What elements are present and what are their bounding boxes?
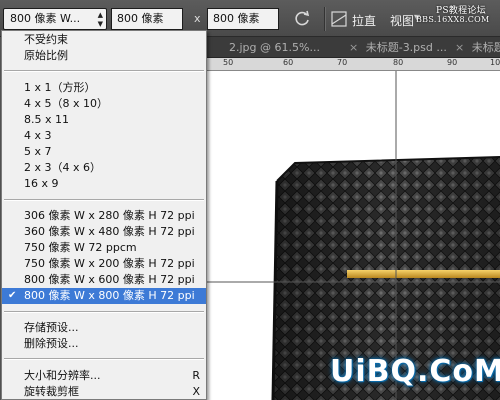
ruler-label: 80 (393, 58, 404, 67)
tab-document-1[interactable]: 2.jpg @ 61.5%... (225, 39, 343, 58)
tab-label: 未标题-3.psd ... (365, 41, 447, 54)
ruler-label: 90 (447, 58, 458, 67)
tab-label: 未标题-2 (471, 41, 500, 54)
swap-dimensions-icon[interactable] (292, 9, 312, 29)
menu-item-preset-750x200[interactable]: 750 像素 W x 200 像素 H 72 ppi (2, 256, 206, 272)
menu-item-ratio-1x1[interactable]: 1 x 1（方形） (2, 80, 206, 96)
menu-item-preset-750w[interactable]: 750 像素 W 72 ppcm (2, 240, 206, 256)
tab-label: 2.jpg @ 61.5%... (229, 41, 320, 54)
horizontal-ruler: 50 60 70 80 90 100 (207, 58, 500, 71)
dimension-separator: x (194, 12, 201, 25)
close-icon[interactable]: × (349, 41, 358, 54)
checkmark-icon: ✔ (8, 290, 17, 301)
document-tabs: 2.jpg @ 61.5%... × 未标题-3.psd ... × 未标题-2 (207, 37, 500, 58)
crop-width-input[interactable]: 800 像素 (111, 8, 183, 30)
ruler-label: 70 (337, 58, 348, 67)
menu-item-save-preset[interactable]: 存储预设... (2, 320, 206, 336)
shortcut-label: X (192, 385, 200, 398)
menu-item-ratio-4x3[interactable]: 4 x 3 (2, 128, 206, 144)
tab-document-2[interactable]: × 未标题-3.psd ... (345, 39, 449, 58)
menu-divider (4, 199, 204, 200)
menu-item-preset-306x280[interactable]: 306 像素 W x 280 像素 H 72 ppi (2, 208, 206, 224)
menu-item-unconstrained[interactable]: 不受约束 (2, 32, 206, 48)
shortcut-label: R (192, 369, 200, 382)
ruler-label: 100 (490, 58, 500, 67)
crop-ratio-value: 800 像素 W... (10, 12, 81, 25)
menu-item-rotate-crop-box[interactable]: 旋转裁剪框 X (2, 384, 206, 399)
bag-gold-trim (347, 270, 500, 278)
ruler-label: 60 (283, 58, 294, 67)
menu-divider (4, 358, 204, 359)
menu-item-ratio-4x5[interactable]: 4 x 5（8 x 10） (2, 96, 206, 112)
menu-item-delete-preset[interactable]: 删除预设... (2, 336, 206, 352)
watermark-url: BBS.16XX8.COM (416, 15, 490, 24)
crop-ratio-select[interactable]: 800 像素 W... ▲ ▼ (3, 8, 107, 30)
menu-item-preset-800x800[interactable]: ✔ 800 像素 W x 800 像素 H 72 ppi (2, 288, 206, 304)
view-menu-button[interactable]: 视图 (390, 12, 414, 29)
menu-divider (4, 311, 204, 312)
document-canvas[interactable] (207, 71, 500, 400)
tab-document-3[interactable]: × 未标题-2 (451, 39, 500, 58)
menu-item-ratio-16x9[interactable]: 16 x 9 (2, 176, 206, 192)
menu-item-ratio-2x3[interactable]: 2 x 3（4 x 6） (2, 160, 206, 176)
site-watermark-logo: UiBQ.CoM (330, 354, 500, 389)
ruler-label: 50 (223, 58, 234, 67)
crop-height-input[interactable]: 800 像素 (207, 8, 279, 30)
straighten-button[interactable]: 拉直 (352, 12, 376, 29)
product-photo-bag (207, 71, 500, 400)
menu-item-preset-800x600[interactable]: 800 像素 W x 600 像素 H 72 ppi (2, 272, 206, 288)
menu-item-preset-360x480[interactable]: 360 像素 W x 480 像素 H 72 ppi (2, 224, 206, 240)
menu-item-size-resolution[interactable]: 大小和分辨率... R (2, 368, 206, 384)
menu-item-ratio-5x7[interactable]: 5 x 7 (2, 144, 206, 160)
menu-item-original-ratio[interactable]: 原始比例 (2, 48, 206, 64)
select-arrows-icon: ▲ ▼ (97, 11, 103, 28)
menu-item-ratio-8-5x11[interactable]: 8.5 x 11 (2, 112, 206, 128)
menu-divider (4, 70, 204, 71)
toolbar-divider (324, 7, 325, 31)
crop-ratio-menu: 不受约束 原始比例 1 x 1（方形） 4 x 5（8 x 10） 8.5 x … (1, 30, 207, 400)
close-icon[interactable]: × (455, 41, 464, 54)
straighten-icon[interactable] (330, 10, 348, 28)
